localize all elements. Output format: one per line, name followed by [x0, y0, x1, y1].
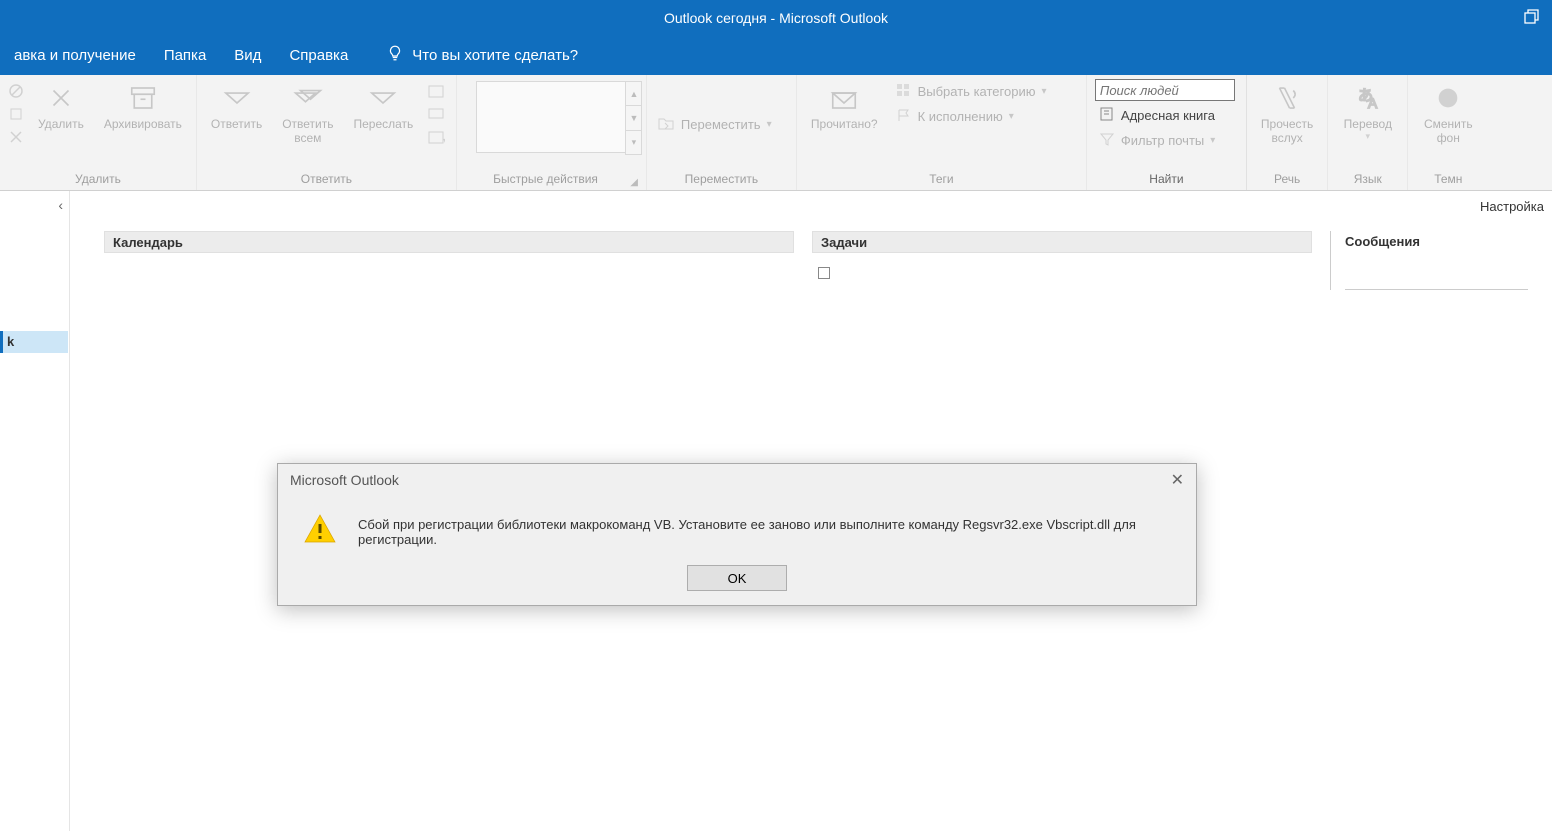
reply-all-icon — [291, 81, 325, 115]
tab-help[interactable]: Справка — [275, 35, 362, 75]
tab-view[interactable]: Вид — [220, 35, 275, 75]
filter-icon — [1099, 132, 1115, 149]
restore-icon[interactable] — [1522, 8, 1540, 29]
dialog-launcher-icon[interactable]: ◢ — [628, 177, 640, 188]
meeting-icon[interactable] — [427, 83, 445, 102]
group-label-delete: Удалить — [6, 170, 190, 188]
gallery-more-icon[interactable]: ▾ — [626, 131, 641, 154]
group-label-quick: Быстрые действия — [463, 170, 628, 188]
move-button[interactable]: Переместить ▾ — [653, 113, 776, 136]
ribbon-group-dark: Сменить фон Темн — [1408, 75, 1488, 190]
window-title: Outlook сегодня - Microsoft Outlook — [664, 10, 888, 26]
warning-icon — [302, 512, 338, 551]
tell-me-search[interactable]: Что вы хотите сделать? — [372, 35, 592, 75]
group-label-tags: Теги — [803, 170, 1080, 188]
calendar-panel: Календарь — [104, 231, 794, 290]
tab-folder[interactable]: Папка — [150, 35, 220, 75]
mark-read-button[interactable]: Прочитано? — [803, 79, 886, 133]
categorize-button[interactable]: Выбрать категорию ▾ — [892, 81, 1051, 102]
search-people-input[interactable] — [1095, 79, 1235, 101]
group-label-language: Язык — [1334, 170, 1401, 188]
tab-send-receive[interactable]: авка и получение — [0, 35, 150, 75]
navigation-pane: ‹ k — [0, 191, 70, 831]
reply-button[interactable]: Ответить — [203, 79, 270, 133]
nav-selected-item[interactable]: k — [0, 331, 68, 353]
forward-button[interactable]: Переслать — [346, 79, 422, 133]
ribbon-group-speech: Прочесть вслух Речь — [1247, 75, 1328, 190]
move-folder-icon — [657, 115, 675, 134]
messages-panel: Сообщения — [1330, 231, 1528, 290]
quick-steps-gallery[interactable]: ▲ ▼ ▾ — [476, 81, 626, 153]
dialog-message: Сбой при регистрации библиотеки макроком… — [358, 517, 1172, 547]
divider — [1345, 289, 1528, 290]
customize-link[interactable]: Настройка — [1480, 199, 1544, 214]
reply-all-button[interactable]: Ответить всем — [274, 79, 341, 147]
error-dialog: Microsoft Outlook ✕ Сбой при регистрации… — [277, 463, 1197, 606]
dialog-title: Microsoft Outlook — [290, 472, 399, 488]
group-label-find: Найти — [1093, 170, 1240, 188]
moon-icon — [1431, 81, 1465, 115]
group-label-move: Переместить — [653, 170, 790, 188]
close-icon[interactable]: ✕ — [1171, 470, 1184, 490]
tell-me-label: Что вы хотите сделать? — [412, 47, 578, 64]
forward-icon — [366, 81, 400, 115]
change-background-button[interactable]: Сменить фон — [1416, 79, 1481, 147]
ok-button[interactable]: OK — [687, 565, 787, 591]
messages-heading: Сообщения — [1345, 231, 1528, 253]
ribbon-group-move: Переместить ▾ Переместить — [647, 75, 797, 190]
collapse-chevron-icon[interactable]: ‹ — [58, 197, 63, 213]
read-aloud-icon — [1270, 81, 1304, 115]
reply-icon — [220, 81, 254, 115]
im-icon[interactable] — [427, 106, 445, 125]
svg-text:A: A — [1368, 96, 1378, 111]
delete-button[interactable]: Удалить — [30, 79, 92, 133]
group-label-respond: Ответить — [203, 170, 450, 188]
read-aloud-button[interactable]: Прочесть вслух — [1253, 79, 1321, 147]
title-bar: Outlook сегодня - Microsoft Outlook — [0, 0, 1552, 35]
ribbon-group-tags: Прочитано? Выбрать категорию ▾ К исполне… — [797, 75, 1087, 190]
chevron-down-icon: ▾ — [767, 119, 772, 130]
follow-up-button[interactable]: К исполнению ▾ — [892, 106, 1051, 127]
chevron-down-icon: ▾ — [1210, 135, 1215, 146]
group-label-dark: Темн — [1414, 170, 1482, 188]
chevron-down-icon: ▾ — [1041, 86, 1046, 97]
categorize-icon — [896, 83, 912, 100]
translate-icon: あA — [1351, 81, 1385, 115]
gallery-up-icon[interactable]: ▲ — [626, 82, 641, 106]
delete-icon — [44, 81, 78, 115]
task-checkbox[interactable] — [818, 267, 830, 279]
gallery-down-icon[interactable]: ▼ — [626, 106, 641, 130]
ignore-icon[interactable] — [8, 83, 24, 102]
ribbon: Удалить Архивировать Удалить Ответить — [0, 75, 1552, 191]
address-book-icon — [1099, 107, 1115, 124]
archive-button[interactable]: Архивировать — [96, 79, 190, 133]
calendar-heading: Календарь — [104, 231, 794, 253]
translate-button[interactable]: あA Перевод ▾ — [1336, 79, 1400, 144]
more-respond-icon[interactable]: ▾ — [427, 129, 445, 148]
ribbon-group-find: Адресная книга Фильтр почты ▾ Найти — [1087, 75, 1247, 190]
filter-email-button[interactable]: Фильтр почты ▾ — [1095, 130, 1235, 151]
junk-icon[interactable] — [8, 129, 24, 148]
envelope-icon — [827, 81, 861, 115]
chevron-down-icon: ▾ — [1366, 131, 1371, 142]
ribbon-group-language: あA Перевод ▾ Язык — [1328, 75, 1408, 190]
chevron-down-icon: ▾ — [1009, 111, 1014, 122]
ribbon-group-delete: Удалить Архивировать Удалить — [0, 75, 197, 190]
svg-text:▾: ▾ — [443, 136, 445, 145]
archive-icon — [126, 81, 160, 115]
address-book-button[interactable]: Адресная книга — [1095, 105, 1235, 126]
tasks-heading: Задачи — [812, 231, 1312, 253]
group-label-speech: Речь — [1253, 170, 1321, 188]
ribbon-tabs: авка и получение Папка Вид Справка Что в… — [0, 35, 1552, 75]
ribbon-group-quick: ▲ ▼ ▾ Быстрые действия ◢ — [457, 75, 647, 190]
cleanup-icon[interactable] — [8, 106, 24, 125]
flag-icon — [896, 108, 912, 125]
tasks-panel: Задачи — [812, 231, 1312, 290]
ribbon-group-respond: Ответить Ответить всем Переслать ▾ Ответ… — [197, 75, 457, 190]
lightbulb-icon — [386, 44, 404, 66]
